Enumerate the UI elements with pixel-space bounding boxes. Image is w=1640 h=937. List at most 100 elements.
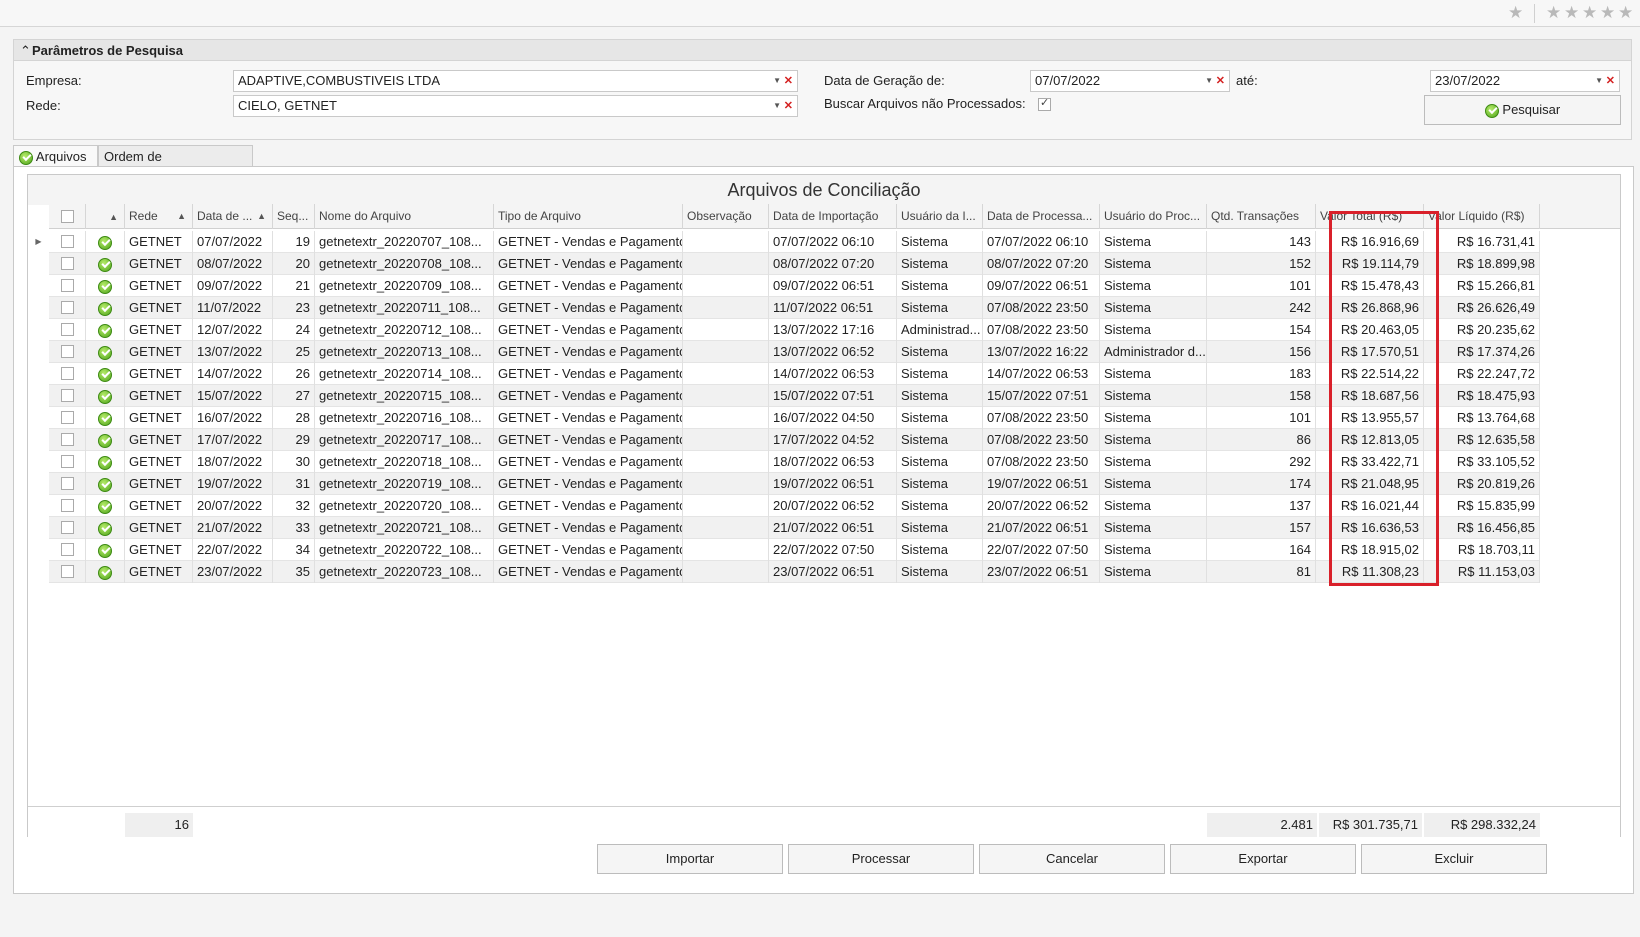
data-ate-field[interactable]: 23/07/2022 ▼ ✕ [1430, 70, 1620, 92]
pesquisar-button[interactable]: Pesquisar [1424, 95, 1621, 125]
clear-icon[interactable]: ✕ [1216, 71, 1225, 91]
row-checkbox[interactable] [61, 279, 74, 292]
table-row[interactable]: GETNET 15/07/2022 27 getnetextr_20220715_10… [49, 385, 1540, 407]
usuario-importacao-column-header[interactable]: Usuário da I... [897, 204, 983, 229]
table-row[interactable]: GETNET 21/07/2022 33 getnetextr_20220721_10… [49, 517, 1540, 539]
clear-icon[interactable]: ✕ [784, 96, 793, 116]
row-checkbox[interactable] [61, 301, 74, 314]
row-checkbox[interactable] [61, 499, 74, 512]
processed-check-icon [98, 565, 112, 580]
table-row[interactable]: GETNET 19/07/2022 31 getnetextr_20220719_10… [49, 473, 1540, 495]
row-checkbox[interactable] [61, 477, 74, 490]
cell-usr-imp: Sistema [897, 517, 983, 539]
row-checkbox[interactable] [61, 235, 74, 248]
row-checkbox[interactable] [61, 389, 74, 402]
row-select-cell [49, 407, 86, 429]
grid-summary-footer: 16 2.481 R$ 301.735,71 R$ 298.332,24 [28, 806, 1620, 837]
collapse-chevron-icon[interactable]: ⌃ [20, 40, 32, 61]
cell-obs [683, 539, 769, 561]
rede-combo[interactable]: CIELO, GETNET ▼ ✕ [233, 95, 798, 117]
row-checkbox[interactable] [61, 323, 74, 336]
cell-usr-proc: Sistema [1100, 473, 1207, 495]
rating-star-icon[interactable]: ★ [1582, 3, 1597, 23]
processar-button[interactable]: Processar [788, 844, 974, 874]
cell-data-proc: 15/07/2022 07:51 [983, 385, 1100, 407]
qtd-transacoes-column-header[interactable]: Qtd. Transações [1207, 204, 1316, 229]
data-de-field[interactable]: 07/07/2022 ▼ ✕ [1030, 70, 1230, 92]
table-row[interactable]: GETNET 08/07/2022 20 getnetextr_20220708_10… [49, 253, 1540, 275]
chevron-down-icon[interactable]: ▼ [1205, 71, 1213, 91]
rating-star-icon[interactable]: ★ [1546, 3, 1561, 23]
table-row[interactable]: GETNET 23/07/2022 35 getnetextr_20220723_10… [49, 561, 1540, 583]
chevron-down-icon[interactable]: ▼ [773, 96, 781, 116]
row-checkbox[interactable] [61, 433, 74, 446]
chevron-down-icon[interactable]: ▼ [773, 71, 781, 91]
cell-data-imp: 14/07/2022 06:53 [769, 363, 897, 385]
cell-liquido: R$ 18.703,11 [1424, 539, 1540, 561]
table-row[interactable]: GETNET 13/07/2022 25 getnetextr_20220713_10… [49, 341, 1540, 363]
cell-nome: getnetextr_20220722_108... [315, 539, 494, 561]
data-column-header[interactable]: Data de ... ▲ [193, 204, 273, 229]
cell-data-proc: 08/07/2022 07:20 [983, 253, 1100, 275]
table-row[interactable]: GETNET 11/07/2022 23 getnetextr_20220711_10… [49, 297, 1540, 319]
status-column-header[interactable]: ▲ [86, 204, 125, 229]
row-checkbox[interactable] [61, 543, 74, 556]
search-parameters-header[interactable]: ⌃Parâmetros de Pesquisa [14, 40, 1631, 61]
search-parameters-title: Parâmetros de Pesquisa [32, 43, 184, 58]
cell-seq: 30 [273, 451, 315, 473]
valor-liquido-column-header[interactable]: Valor Líquido (R$) [1424, 204, 1540, 229]
observacao-column-header[interactable]: Observação [683, 204, 769, 229]
cell-rede: GETNET [125, 539, 193, 561]
row-checkbox[interactable] [61, 455, 74, 468]
favorite-star-icon[interactable]: ★ [1508, 3, 1523, 23]
row-checkbox[interactable] [61, 411, 74, 424]
rede-column-header[interactable]: Rede ▲ [125, 204, 193, 229]
importar-button[interactable]: Importar [597, 844, 783, 874]
cell-usr-proc: Sistema [1100, 429, 1207, 451]
tipo-column-header[interactable]: Tipo de Arquivo [494, 204, 683, 229]
table-row[interactable]: GETNET 20/07/2022 32 getnetextr_20220720_10… [49, 495, 1540, 517]
table-row[interactable]: GETNET 16/07/2022 28 getnetextr_20220716_10… [49, 407, 1540, 429]
cell-data-imp: 21/07/2022 06:51 [769, 517, 897, 539]
table-row[interactable]: GETNET 09/07/2022 21 getnetextr_20220709_10… [49, 275, 1540, 297]
row-checkbox[interactable] [61, 521, 74, 534]
table-row[interactable]: GETNET 18/07/2022 30 getnetextr_20220718_10… [49, 451, 1540, 473]
buscar-nao-processados-label: Buscar Arquivos não Processados: [824, 96, 1026, 111]
row-checkbox[interactable] [61, 345, 74, 358]
row-checkbox[interactable] [61, 367, 74, 380]
current-row-indicator-icon: ▶ [35, 237, 42, 246]
table-row[interactable]: GETNET 12/07/2022 24 getnetextr_20220712_10… [49, 319, 1540, 341]
row-checkbox[interactable] [61, 257, 74, 270]
cell-nome: getnetextr_20220707_108... [315, 231, 494, 253]
cancelar-button[interactable]: Cancelar [979, 844, 1165, 874]
cell-obs [683, 517, 769, 539]
rating-star-icon[interactable]: ★ [1618, 3, 1633, 23]
seq-column-header[interactable]: Seq... [273, 204, 315, 229]
excluir-button[interactable]: Excluir [1361, 844, 1547, 874]
row-checkbox[interactable] [61, 565, 74, 578]
table-row[interactable]: GETNET 14/07/2022 26 getnetextr_20220714_10… [49, 363, 1540, 385]
rating-star-icon[interactable]: ★ [1564, 3, 1579, 23]
table-row[interactable]: GETNET 07/07/2022 19 getnetextr_20220707_10… [49, 231, 1540, 253]
row-select-cell [49, 517, 86, 539]
cell-tipo: GETNET - Vendas e Pagamentos [494, 561, 683, 583]
cell-obs [683, 341, 769, 363]
empresa-combo[interactable]: ADAPTIVE,COMBUSTIVEIS LTDA ▼ ✕ [233, 70, 798, 92]
clear-icon[interactable]: ✕ [784, 71, 793, 91]
rating-star-icon[interactable]: ★ [1600, 3, 1615, 23]
buscar-nao-processados-checkbox[interactable] [1038, 96, 1051, 111]
cell-data-imp: 08/07/2022 07:20 [769, 253, 897, 275]
data-processamento-column-header[interactable]: Data de Processa... [983, 204, 1100, 229]
nome-column-header[interactable]: Nome do Arquivo [315, 204, 494, 229]
status-cell [86, 429, 125, 451]
chevron-down-icon[interactable]: ▼ [1595, 71, 1603, 91]
status-cell [86, 319, 125, 341]
clear-icon[interactable]: ✕ [1606, 71, 1615, 91]
sort-asc-icon: ▲ [177, 211, 186, 221]
select-all-checkbox[interactable] [61, 210, 74, 223]
data-importacao-column-header[interactable]: Data de Importação [769, 204, 897, 229]
exportar-button[interactable]: Exportar [1170, 844, 1356, 874]
table-row[interactable]: GETNET 17/07/2022 29 getnetextr_20220717_10… [49, 429, 1540, 451]
table-row[interactable]: GETNET 22/07/2022 34 getnetextr_20220722_10… [49, 539, 1540, 561]
usuario-processamento-column-header[interactable]: Usuário do Proc... [1100, 204, 1207, 229]
